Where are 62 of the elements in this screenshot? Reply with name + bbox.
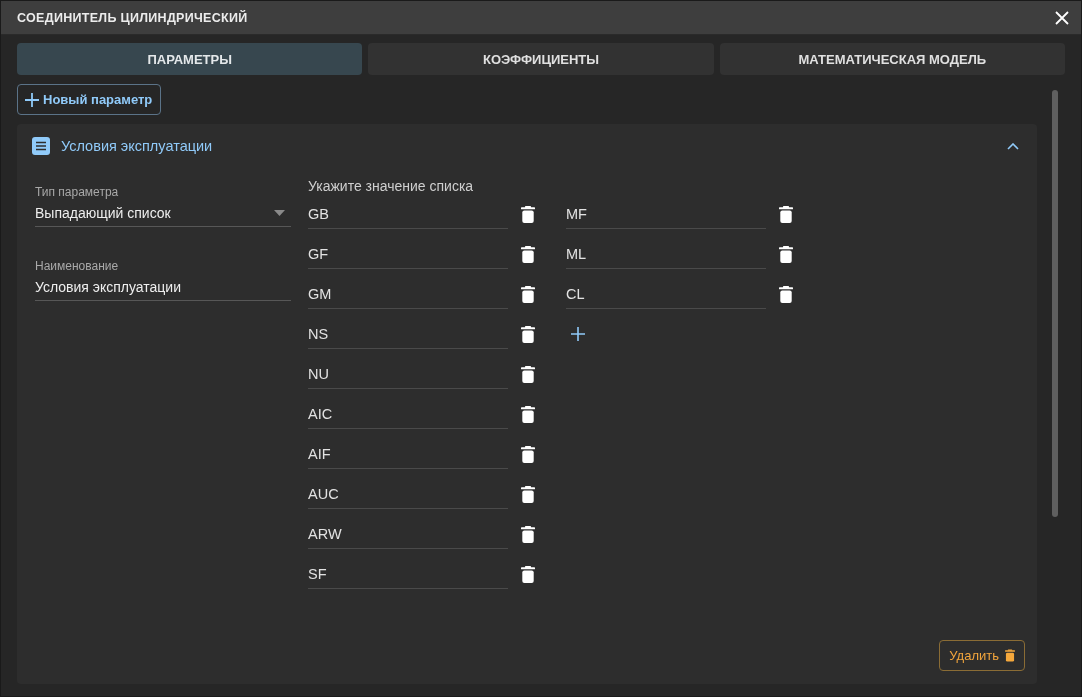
- select-field[interactable]: Выпадающий список: [35, 200, 291, 227]
- list-icon: [32, 137, 50, 155]
- list-value-field[interactable]: AIF: [308, 439, 508, 469]
- trash-icon: [521, 485, 535, 503]
- scrollbar-thumb[interactable]: [1052, 90, 1058, 517]
- list-value-field[interactable]: AIC: [308, 399, 508, 429]
- delete-value-button[interactable]: [777, 283, 795, 305]
- list-value-field[interactable]: AUC: [308, 479, 508, 509]
- list-values-label: Укажите значение списка: [308, 177, 474, 195]
- delete-value-button[interactable]: [519, 403, 537, 425]
- collapse-button[interactable]: [1005, 140, 1021, 152]
- trash-icon: [1005, 649, 1015, 662]
- tab[interactable]: КОЭФФИЦИЕНТЫ: [368, 43, 714, 75]
- list-value-field[interactable]: MF: [566, 199, 766, 229]
- list-value-field[interactable]: CL: [566, 279, 766, 309]
- list-value-field[interactable]: NU: [308, 359, 508, 389]
- list-value-field[interactable]: ARW: [308, 519, 508, 549]
- window-title: СОЕДИНИТЕЛЬ ЦИЛИНДРИЧЕСКИЙ: [17, 10, 248, 25]
- list-value-field[interactable]: GB: [308, 199, 508, 229]
- close-button[interactable]: [1053, 8, 1071, 27]
- list-value-field[interactable]: ML: [566, 239, 766, 269]
- plus-icon: [571, 327, 585, 341]
- delete-value-button[interactable]: [519, 283, 537, 305]
- trash-icon: [521, 405, 535, 423]
- trash-icon: [521, 565, 535, 583]
- text-field[interactable]: Условия эксплуатации: [35, 274, 291, 301]
- tab[interactable]: МАТЕМАТИЧЕСКАЯ МОДЕЛЬ: [719, 43, 1065, 75]
- delete-value-button[interactable]: [519, 243, 537, 265]
- trash-icon: [521, 205, 535, 223]
- list-value-field[interactable]: GM: [308, 279, 508, 309]
- add-value-button[interactable]: [569, 325, 587, 343]
- delete-value-button[interactable]: [519, 563, 537, 585]
- delete-value-button[interactable]: [519, 203, 537, 225]
- trash-icon: [521, 325, 535, 343]
- trash-icon: [521, 445, 535, 463]
- field-label: Тип параметра: [35, 184, 119, 200]
- delete-value-button[interactable]: [519, 323, 537, 345]
- delete-value-button[interactable]: [519, 443, 537, 465]
- delete-value-button[interactable]: [519, 523, 537, 545]
- tab[interactable]: ПАРАМЕТРЫ: [17, 43, 363, 75]
- list-value-field[interactable]: GF: [308, 239, 508, 269]
- plus-icon: [25, 92, 39, 107]
- close-icon: [1055, 10, 1069, 25]
- trash-icon: [779, 285, 793, 303]
- trash-icon: [521, 525, 535, 543]
- field-label: Наименование: [35, 258, 119, 274]
- new-parameter-button[interactable]: Новый параметр: [17, 84, 162, 115]
- delete-value-button[interactable]: [777, 203, 795, 225]
- delete-value-button[interactable]: [777, 243, 795, 265]
- parameter-title: Условия эксплуатации: [61, 138, 213, 154]
- trash-icon: [521, 365, 535, 383]
- delete-button[interactable]: Удалить: [939, 640, 1025, 671]
- chevron-icon: [1007, 142, 1019, 150]
- caret-icon: [274, 210, 285, 216]
- trash-icon: [521, 285, 535, 303]
- delete-value-button[interactable]: [519, 363, 537, 385]
- delete-value-button[interactable]: [519, 483, 537, 505]
- trash-icon: [779, 245, 793, 263]
- list-value-field[interactable]: SF: [308, 559, 508, 589]
- list-value-field[interactable]: NS: [308, 319, 508, 349]
- trash-icon: [521, 245, 535, 263]
- trash-icon: [779, 205, 793, 223]
